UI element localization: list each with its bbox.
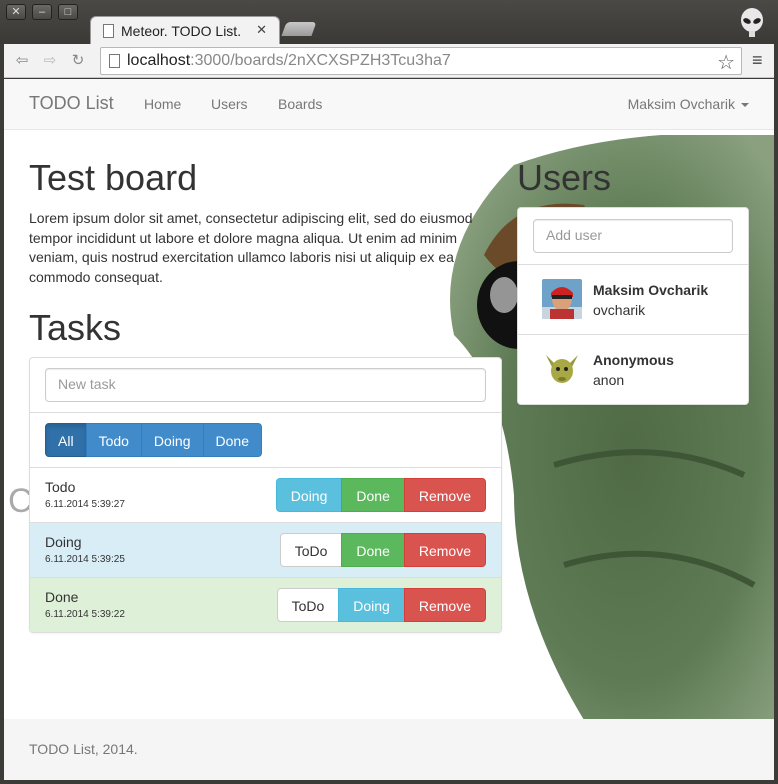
footer: TODO List, 2014. [4, 719, 774, 780]
user-avatar [542, 279, 582, 319]
task-date: 6.11.2014 5:39:22 [45, 609, 125, 620]
task-name: Doing [45, 534, 82, 550]
new-tab-button[interactable] [281, 22, 317, 36]
set-todo-button[interactable]: ToDo [279, 533, 343, 567]
menu-icon[interactable]: ≡ [752, 50, 768, 71]
remove-button[interactable]: Remove [403, 533, 486, 567]
task-row: Doing 6.11.2014 5:39:25 ToDo Done Remove [30, 522, 501, 577]
task-actions: ToDo Done Remove [279, 533, 486, 567]
filter-done-button[interactable]: Done [202, 423, 262, 457]
user-dropdown[interactable]: Maksim Ovcharik [628, 96, 749, 112]
remove-button[interactable]: Remove [403, 478, 486, 512]
set-done-button[interactable]: Done [341, 533, 405, 567]
set-doing-button[interactable]: Doing [338, 588, 405, 622]
nav-link-home[interactable]: Home [144, 96, 181, 112]
bookmark-star-icon[interactable]: ☆ [717, 50, 735, 75]
task-filter-group: All Todo Doing Done [45, 423, 262, 457]
users-heading: Users [517, 157, 612, 198]
window-maximize-icon[interactable]: □ [58, 4, 78, 20]
nav-link-boards[interactable]: Boards [278, 96, 322, 112]
window-minimize-icon[interactable]: – [32, 4, 52, 20]
task-name: Done [45, 589, 79, 605]
remove-button[interactable]: Remove [403, 588, 486, 622]
footer-text: TODO List, 2014. [29, 741, 138, 757]
set-done-button[interactable]: Done [341, 478, 405, 512]
task-actions: ToDo Doing Remove [276, 588, 486, 622]
page-content: TODO List Home Users Boards Maksim Ovcha… [4, 79, 774, 780]
tasks-heading: Tasks [29, 307, 122, 348]
tasks-panel: New task All Todo Doing Done Todo 6.11.2… [29, 357, 502, 633]
caret-down-icon [741, 103, 749, 108]
board-description: Lorem ipsum dolor sit amet, consectetur … [29, 210, 473, 285]
window-titlebar: ✕ – □ Meteor. TODO List. ✕ [0, 0, 778, 44]
url-text[interactable]: localhost:3000/boards/2nXCXSPZH3Tcu3ha7 [127, 52, 451, 70]
task-actions: Doing Done Remove [275, 478, 486, 512]
user-name: Maksim Ovcharik [593, 282, 709, 298]
top-navbar: TODO List Home Users Boards Maksim Ovcha… [4, 79, 774, 130]
navbar-brand[interactable]: TODO List [29, 93, 114, 114]
user-name: Anonymous [593, 352, 674, 368]
page-icon [103, 24, 114, 38]
task-row: Todo 6.11.2014 5:39:27 Doing Done Remove [30, 467, 501, 522]
filter-doing-button[interactable]: Doing [140, 423, 204, 457]
divider [30, 412, 501, 413]
browser-tab[interactable]: Meteor. TODO List. ✕ [90, 16, 280, 44]
alien-profile-icon[interactable] [740, 8, 764, 38]
user-avatar [542, 349, 582, 389]
back-icon[interactable]: ⇦ [12, 51, 32, 71]
user-item[interactable]: Maksim Ovcharik ovcharik [518, 265, 748, 335]
add-user-input[interactable]: Add user [533, 219, 733, 253]
board-title: Test board [29, 157, 198, 198]
tab-title: Meteor. TODO List. [121, 23, 242, 39]
browser-toolbar: ⇦ ⇨ ↻ localhost:3000/boards/2nXCXSPZH3Tc… [4, 44, 774, 78]
nav-link-users[interactable]: Users [211, 96, 248, 112]
users-panel: Add user Maksim Ovcharik ovcharik Anonym… [517, 207, 749, 405]
address-bar[interactable]: localhost:3000/boards/2nXCXSPZH3Tcu3ha7 … [100, 47, 742, 75]
task-date: 6.11.2014 5:39:27 [45, 499, 125, 510]
filter-todo-button[interactable]: Todo [85, 423, 142, 457]
set-doing-button[interactable]: Doing [275, 478, 343, 512]
new-task-input[interactable]: New task [45, 368, 486, 402]
page-icon [109, 54, 120, 68]
task-row: Done 6.11.2014 5:39:22 ToDo Doing Remove [30, 577, 501, 632]
window-close-icon[interactable]: ✕ [6, 4, 26, 20]
user-login: anon [593, 372, 625, 388]
set-todo-button[interactable]: ToDo [276, 588, 340, 622]
reload-icon[interactable]: ↻ [68, 51, 88, 71]
filter-all-button[interactable]: All [45, 423, 87, 457]
task-date: 6.11.2014 5:39:25 [45, 554, 125, 565]
user-login: ovcharik [593, 302, 646, 318]
user-item[interactable]: Anonymous anon [518, 335, 748, 404]
tab-close-icon[interactable]: ✕ [256, 22, 267, 38]
forward-icon[interactable]: ⇨ [40, 51, 60, 71]
task-name: Todo [45, 479, 76, 495]
